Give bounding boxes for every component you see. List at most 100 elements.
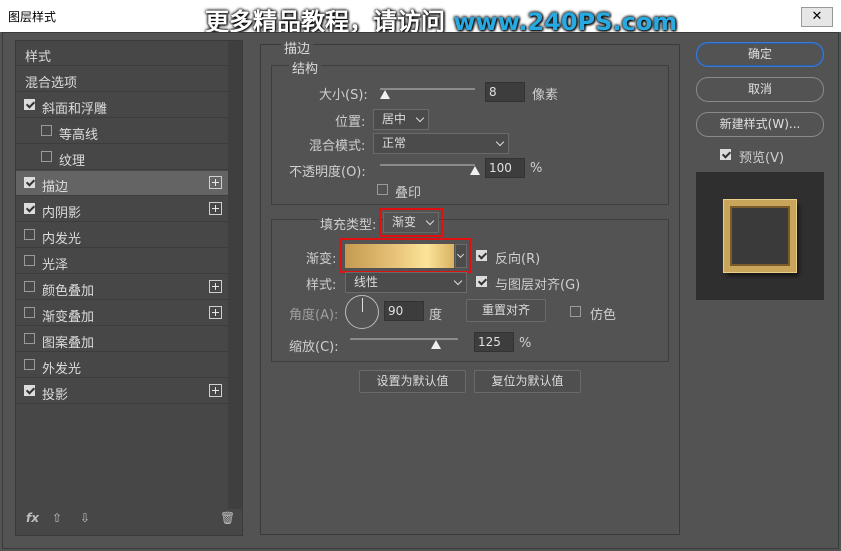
sidebar-item-8[interactable]: 光泽 bbox=[16, 249, 228, 274]
set-default-button[interactable]: 设置为默认值 bbox=[359, 370, 466, 393]
style-list-scrollbar[interactable] bbox=[228, 41, 242, 509]
sidebar-item-label: 内阴影 bbox=[42, 206, 82, 221]
add-effect-icon[interactable] bbox=[209, 384, 222, 397]
sidebar-item-13[interactable]: 投影 bbox=[16, 379, 228, 404]
sidebar-item-label: 斜面和浮雕 bbox=[42, 102, 108, 117]
sidebar-item-11[interactable]: 图案叠加 bbox=[16, 327, 228, 352]
sidebar-item-checkbox[interactable] bbox=[24, 307, 35, 318]
overprint-checkbox[interactable] bbox=[377, 184, 388, 195]
fill-group: 填充类型: 渐变 渐变: 反向(R) 样式: 线性 与图层对齐(G) 角度(A)… bbox=[271, 208, 669, 362]
move-down-icon[interactable]: ⇩ bbox=[80, 511, 90, 525]
position-select[interactable]: 居中 bbox=[373, 109, 429, 130]
ok-button[interactable]: 确定 bbox=[696, 42, 824, 67]
sidebar-item-label: 外发光 bbox=[42, 362, 82, 377]
cancel-button[interactable]: 取消 bbox=[696, 77, 824, 102]
angle-label: 角度(A): bbox=[289, 308, 339, 323]
sidebar-item-checkbox[interactable] bbox=[24, 229, 35, 240]
preview-frame-image bbox=[724, 200, 796, 272]
size-slider[interactable] bbox=[380, 88, 475, 90]
angle-dial[interactable] bbox=[345, 295, 379, 329]
sidebar-item-checkbox[interactable] bbox=[24, 333, 35, 344]
sidebar-item-7[interactable]: 内发光 bbox=[16, 223, 228, 248]
align-with-layer-checkbox[interactable] bbox=[476, 276, 487, 287]
sidebar-item-checkbox[interactable] bbox=[24, 359, 35, 370]
sidebar-item-checkbox[interactable] bbox=[41, 125, 52, 136]
scale-slider-thumb[interactable] bbox=[431, 340, 441, 349]
style-select[interactable]: 线性 bbox=[345, 272, 467, 293]
reset-align-button[interactable]: 重置对齐 bbox=[466, 299, 546, 322]
sidebar-item-10[interactable]: 渐变叠加 bbox=[16, 301, 228, 326]
sidebar-item-label: 纹理 bbox=[59, 154, 86, 169]
sidebar-item-0[interactable]: 样式 bbox=[16, 41, 228, 66]
sidebar-item-label: 颜色叠加 bbox=[42, 284, 95, 299]
trash-icon[interactable]: 🗑 bbox=[220, 511, 235, 525]
scale-slider[interactable] bbox=[350, 338, 458, 340]
stroke-panel: 描边 结构 大小(S): 8 像素 位置: 居中 混合模式: 正常 不透明度(O… bbox=[260, 38, 680, 535]
sidebar-item-label: 投影 bbox=[42, 388, 69, 403]
reverse-checkbox[interactable] bbox=[476, 250, 487, 261]
sidebar-item-checkbox[interactable] bbox=[24, 177, 35, 188]
structure-title: 结构 bbox=[289, 58, 322, 77]
scale-label: 缩放(C): bbox=[289, 340, 339, 355]
sidebar-item-checkbox[interactable] bbox=[24, 255, 35, 266]
sidebar-item-checkbox[interactable] bbox=[41, 151, 52, 162]
sidebar-item-checkbox[interactable] bbox=[24, 281, 35, 292]
sidebar-item-4[interactable]: 纹理 bbox=[16, 145, 228, 170]
chevron-down-icon bbox=[415, 113, 425, 123]
sidebar-item-label: 图案叠加 bbox=[42, 336, 95, 351]
angle-input[interactable]: 90 bbox=[384, 301, 424, 321]
sidebar-item-2[interactable]: 斜面和浮雕 bbox=[16, 93, 228, 118]
fill-type-label: 填充类型: bbox=[318, 214, 379, 233]
opacity-slider[interactable] bbox=[380, 164, 475, 166]
close-button[interactable]: ✕ bbox=[801, 7, 833, 27]
scale-input[interactable]: 125 bbox=[474, 332, 514, 352]
dither-checkbox[interactable] bbox=[570, 306, 581, 317]
preview-checkbox[interactable] bbox=[720, 149, 731, 160]
opacity-input[interactable]: 100 bbox=[485, 158, 525, 178]
move-up-icon[interactable]: ⇧ bbox=[52, 511, 62, 525]
align-with-layer-label: 与图层对齐(G) bbox=[495, 278, 581, 293]
sidebar-item-1[interactable]: 混合选项 bbox=[16, 67, 228, 92]
size-input[interactable]: 8 bbox=[485, 82, 525, 102]
reverse-label: 反向(R) bbox=[495, 252, 541, 267]
chevron-down-icon bbox=[453, 276, 463, 286]
sidebar-item-checkbox[interactable] bbox=[24, 203, 35, 214]
fill-type-highlight bbox=[379, 208, 443, 237]
opacity-slider-thumb[interactable] bbox=[470, 166, 480, 175]
style-value: 线性 bbox=[354, 275, 379, 289]
add-effect-icon[interactable] bbox=[209, 306, 222, 319]
preview-thumbnail bbox=[696, 172, 824, 300]
sidebar-item-label: 混合选项 bbox=[25, 76, 78, 91]
sidebar-item-label: 等高线 bbox=[59, 128, 99, 143]
structure-group: 结构 大小(S): 8 像素 位置: 居中 混合模式: 正常 不透明度(O): … bbox=[271, 58, 669, 205]
chevron-down-icon bbox=[495, 137, 505, 147]
blend-mode-select[interactable]: 正常 bbox=[373, 133, 509, 154]
style-list-footer: fx ⇧ ⇩ 🗑 bbox=[24, 511, 239, 527]
size-unit: 像素 bbox=[532, 88, 559, 103]
position-value: 居中 bbox=[382, 112, 407, 126]
add-effect-icon[interactable] bbox=[209, 280, 222, 293]
sidebar-item-9[interactable]: 颜色叠加 bbox=[16, 275, 228, 300]
sidebar-item-3[interactable]: 等高线 bbox=[16, 119, 228, 144]
new-style-button[interactable]: 新建样式(W)... bbox=[696, 112, 824, 137]
reset-default-button[interactable]: 复位为默认值 bbox=[474, 370, 581, 393]
style-label: 样式: bbox=[306, 278, 337, 293]
add-effect-icon[interactable] bbox=[209, 202, 222, 215]
sidebar-item-12[interactable]: 外发光 bbox=[16, 353, 228, 378]
size-slider-thumb[interactable] bbox=[380, 90, 390, 99]
sidebar-item-label: 描边 bbox=[42, 180, 69, 195]
sidebar-item-6[interactable]: 内阴影 bbox=[16, 197, 228, 222]
angle-unit: 度 bbox=[429, 308, 443, 323]
blend-mode-label: 混合模式: bbox=[309, 139, 366, 154]
sidebar-item-label: 渐变叠加 bbox=[42, 310, 95, 325]
sidebar-item-5[interactable]: 描边 bbox=[16, 171, 228, 196]
scale-unit: % bbox=[519, 336, 532, 351]
fx-icon[interactable]: fx bbox=[26, 511, 39, 525]
sidebar-item-checkbox[interactable] bbox=[24, 385, 35, 396]
position-label: 位置: bbox=[335, 115, 366, 130]
style-list: 样式混合选项斜面和浮雕等高线纹理描边内阴影内发光 光泽颜色叠加渐变叠加图案叠加外发… bbox=[15, 40, 243, 536]
blend-mode-value: 正常 bbox=[382, 136, 407, 150]
opacity-unit: % bbox=[530, 161, 543, 176]
sidebar-item-checkbox[interactable] bbox=[24, 99, 35, 110]
add-effect-icon[interactable] bbox=[209, 176, 222, 189]
